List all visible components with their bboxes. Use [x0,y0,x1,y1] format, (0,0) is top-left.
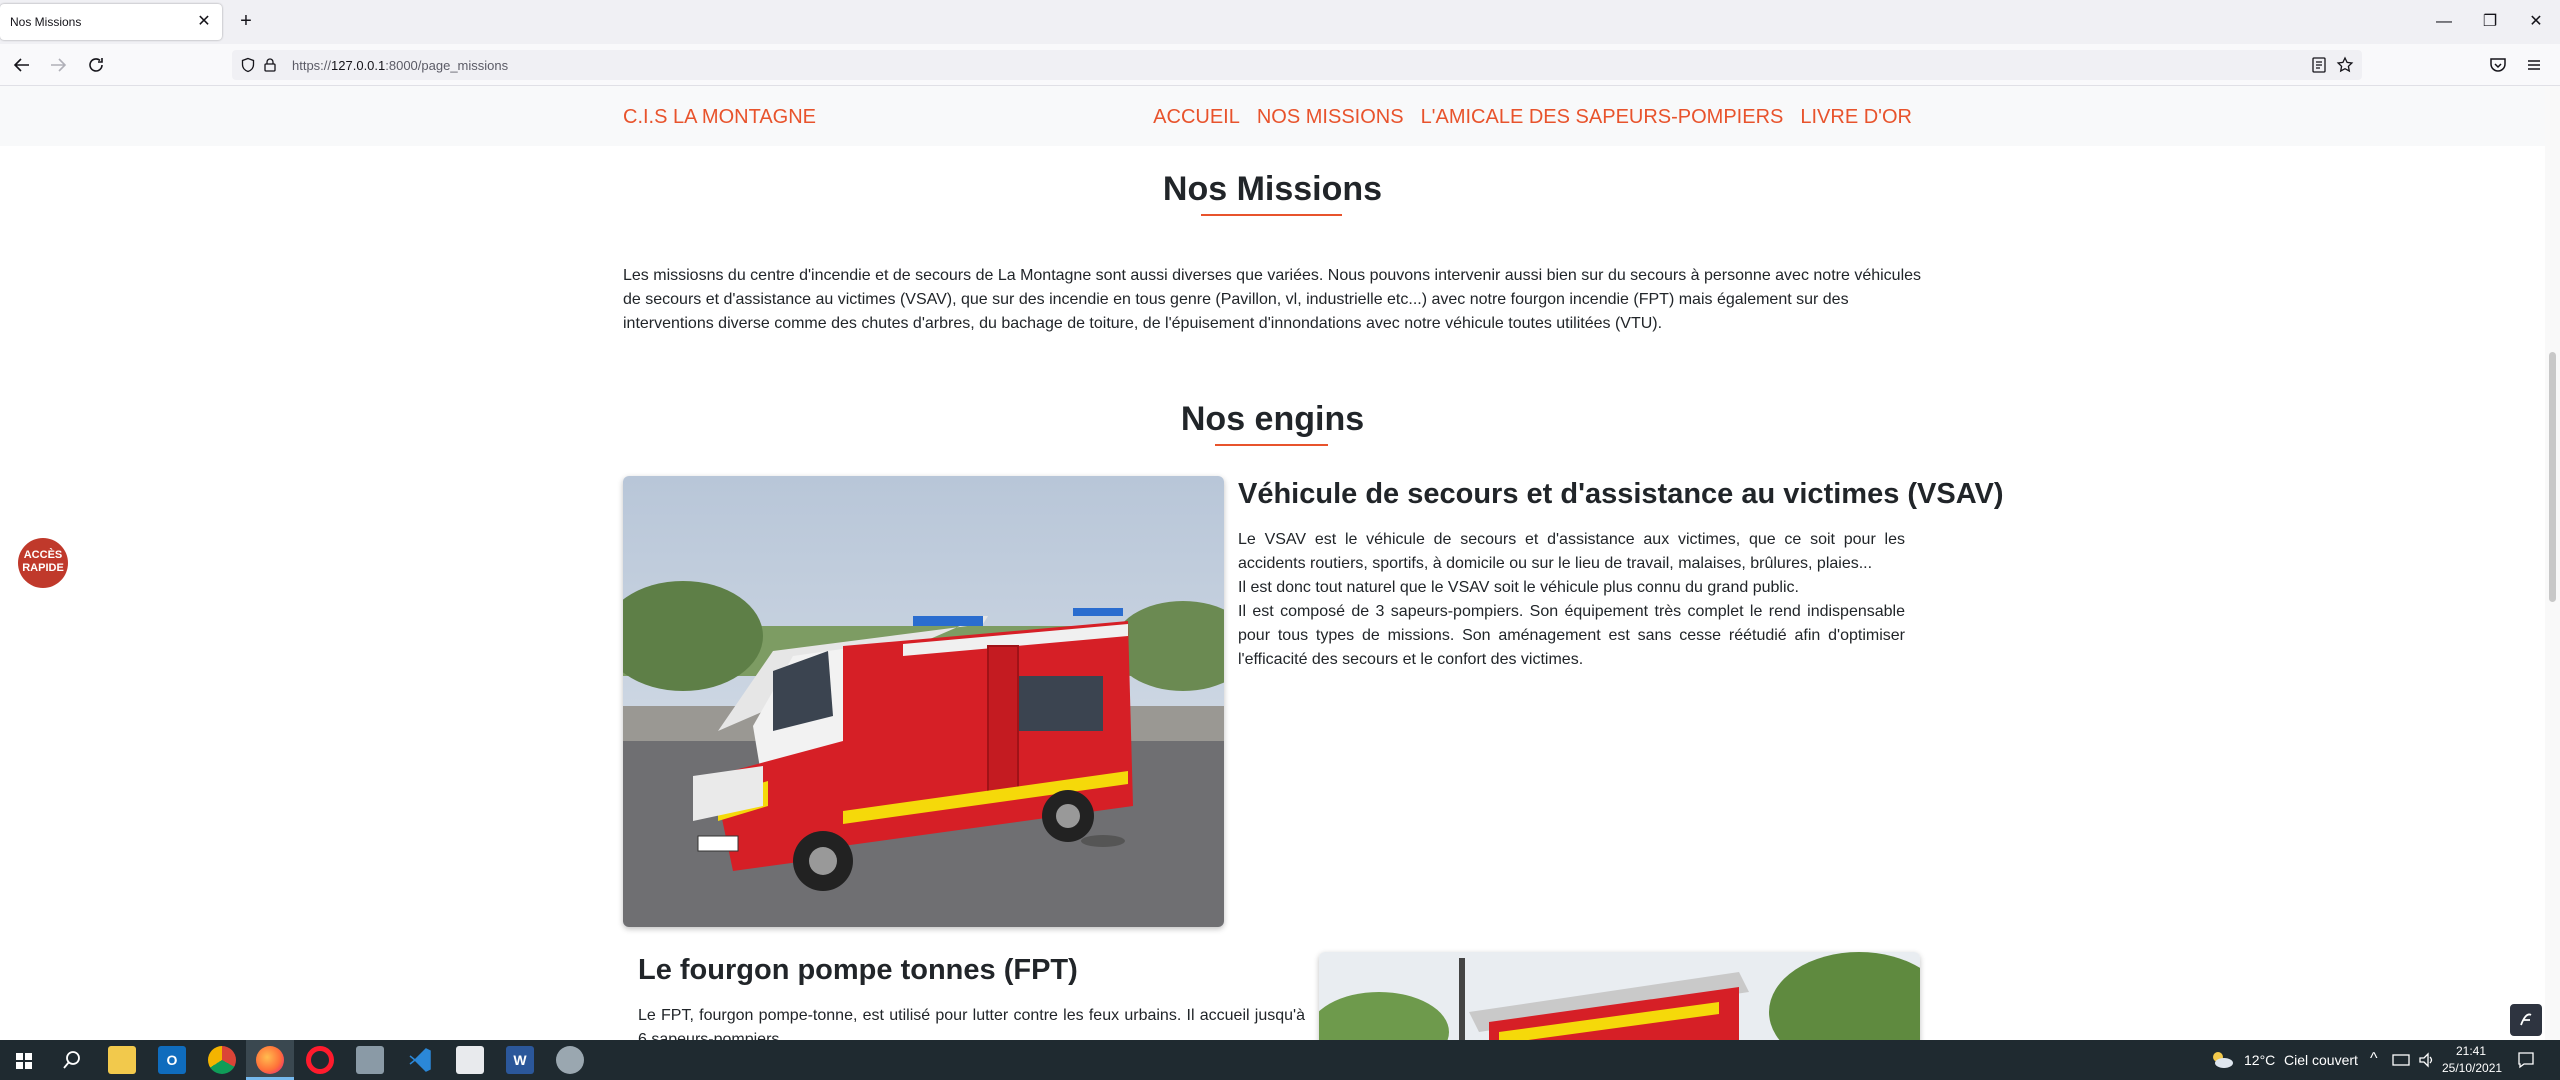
quick-access-button[interactable]: ACCÈS RAPIDE [18,538,68,588]
volume-icon[interactable] [2418,1052,2436,1068]
tab-close-icon[interactable]: ✕ [194,12,214,32]
vsav-title: Véhicule de secours et d'assistance au v… [1238,478,2004,510]
windows-start-icon[interactable] [10,1046,38,1074]
missions-intro-text: Les missiosns du centre d'incendie et de… [623,267,1922,332]
bookmark-star-icon[interactable] [2336,56,2354,74]
tray-chevron-up-icon[interactable]: ^ [2370,1050,2378,1068]
reload-icon[interactable] [84,53,108,77]
back-icon[interactable] [10,53,34,77]
restore-button[interactable]: ❐ [2478,10,2502,34]
browser-tab-bar: Nos Missions ✕ + — ❐ ✕ [0,0,2560,44]
lock-icon[interactable] [262,57,278,73]
pocket-icon[interactable] [2486,53,2510,77]
page-scrollbar[interactable] [2545,86,2560,1040]
fpt-description: Le FPT, fourgon pompe-tonne, est utilisé… [638,1004,1305,1040]
network-icon[interactable] [2392,1052,2410,1068]
notifications-icon[interactable] [2516,1050,2536,1070]
word-icon[interactable]: W [506,1046,534,1074]
outlook-icon[interactable]: O [158,1046,186,1074]
site-brand-link[interactable]: C.I.S LA MONTAGNE [623,106,816,129]
file-explorer-icon[interactable] [108,1046,136,1074]
tab-title: Nos Missions [10,15,82,29]
missions-heading: Nos Missions [1162,170,1383,208]
app-window-icon[interactable] [356,1046,384,1074]
forward-icon[interactable] [46,53,70,77]
menu-item-nos-missions[interactable]: NOS MISSIONS [1257,106,1404,129]
browser-tab[interactable]: Nos Missions ✕ [0,4,222,40]
close-window-button[interactable]: ✕ [2524,10,2548,34]
vsav-description: Le VSAV est le véhicule de secours et d'… [1238,528,1905,672]
vsav-paragraph-1: Le VSAV est le véhicule de secours et d'… [1238,531,1905,572]
vsav-photo [623,476,1224,927]
shield-icon[interactable] [240,57,256,73]
chrome-icon[interactable] [208,1046,236,1074]
vscode-icon[interactable] [406,1046,434,1074]
firefox-icon[interactable] [256,1046,284,1074]
fpt-paragraph-1: Le FPT, fourgon pompe-tonne, est utilisé… [638,1007,1305,1040]
engins-heading: Nos engins [1180,400,1365,438]
menu-item-amicale[interactable]: L'AMICALE DES SAPEURS-POMPIERS [1421,106,1784,129]
vsav-paragraph-2: Il est donc tout naturel que le VSAV soi… [1238,579,1799,596]
opera-icon[interactable] [306,1046,334,1074]
weather-desc[interactable]: Ciel couvert [2284,1052,2358,1068]
scrollbar-thumb[interactable] [2549,352,2556,602]
taskbar: O W 12°C Ciel couvert ^ 21:41 25/10/2021 [0,1040,2560,1080]
menu-item-accueil[interactable]: ACCUEIL [1153,106,1240,129]
settings-app-icon[interactable] [556,1046,584,1074]
reader-view-icon[interactable] [2310,56,2328,74]
notepad-icon[interactable] [456,1046,484,1074]
site-navbar: C.I.S LA MONTAGNE ACCUEIL NOS MISSIONS L… [0,86,2545,146]
browser-nav-bar: https://127.0.0.1:8000/page_missions [0,44,2560,86]
debug-toolbar-icon[interactable] [2510,1004,2542,1036]
url-text[interactable]: https://127.0.0.1:8000/page_missions [292,58,508,73]
vsav-paragraph-3: Il est composé de 3 sapeurs-pompiers. So… [1238,603,1905,668]
menu-item-livre-dor[interactable]: LIVRE D'OR [1800,106,1912,129]
fpt-title: Le fourgon pompe tonnes (FPT) [638,954,1078,986]
engins-heading-underline [1215,444,1328,446]
minimize-button[interactable]: — [2432,10,2456,34]
fpt-photo [1319,952,1920,1040]
page-viewport: C.I.S LA MONTAGNE ACCUEIL NOS MISSIONS L… [0,86,2545,1040]
site-menu: ACCUEIL NOS MISSIONS L'AMICALE DES SAPEU… [1153,106,1912,129]
search-icon[interactable] [58,1046,86,1074]
missions-heading-underline [1201,214,1342,216]
weather-temp[interactable]: 12°C [2244,1052,2275,1068]
url-bar[interactable]: https://127.0.0.1:8000/page_missions [232,50,2362,80]
menu-icon[interactable] [2522,53,2546,77]
weather-cloud-icon[interactable] [2210,1050,2234,1070]
clock-date[interactable]: 25/10/2021 [2442,1061,2502,1075]
new-tab-button[interactable]: + [234,10,258,34]
clock-time[interactable]: 21:41 [2442,1044,2500,1058]
